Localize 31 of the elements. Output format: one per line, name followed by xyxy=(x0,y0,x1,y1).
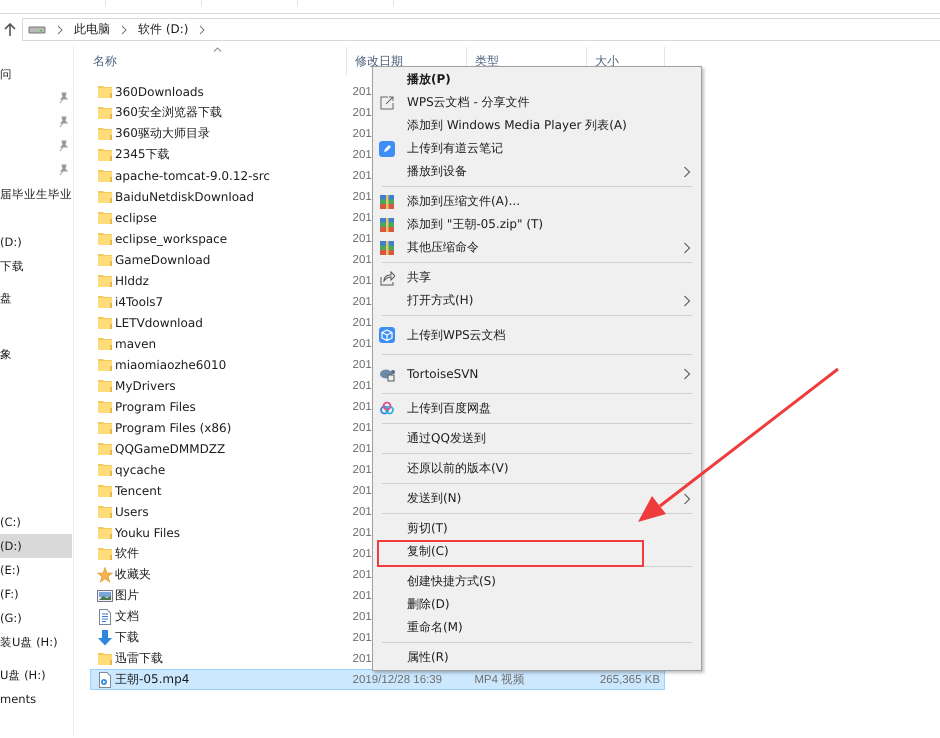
file-date: 201 xyxy=(352,380,372,392)
file-date: 201 xyxy=(352,274,372,286)
file-date: 201 xyxy=(352,442,372,454)
file-date: 2019/12/28 16:39 xyxy=(352,674,442,686)
file-date: 201 xyxy=(352,212,372,224)
file-date: 201 xyxy=(352,254,372,266)
file-date: 201 xyxy=(352,422,372,434)
file-date: 201 xyxy=(352,652,372,664)
file-date: 201 xyxy=(352,506,372,518)
file-date: 201 xyxy=(352,400,372,412)
file-date: 201 xyxy=(352,464,372,476)
file-date: 201 xyxy=(352,190,372,202)
file-date: 201 xyxy=(352,610,372,622)
file-date: 201 xyxy=(352,128,372,140)
file-size: 265,365 KB xyxy=(600,674,660,686)
file-date: 201 xyxy=(352,548,372,560)
file-date: 201 xyxy=(352,568,372,580)
file-date: 201 xyxy=(352,106,372,118)
file-date: 201 xyxy=(352,316,372,328)
file-type: MP4 视频 xyxy=(474,672,526,687)
file-date: 201 xyxy=(352,526,372,538)
file-date: 201 xyxy=(352,338,372,350)
file-date: 201 xyxy=(352,296,372,308)
file-date: 201 xyxy=(352,86,372,98)
file-date: 201 xyxy=(352,484,372,496)
file-date: 201 xyxy=(352,232,372,244)
file-date: 201 xyxy=(352,358,372,370)
file-date: 201 xyxy=(352,170,372,182)
file-date: 201 xyxy=(352,632,372,644)
file-date: 201 xyxy=(352,148,372,160)
file-date: 201 xyxy=(352,590,372,602)
